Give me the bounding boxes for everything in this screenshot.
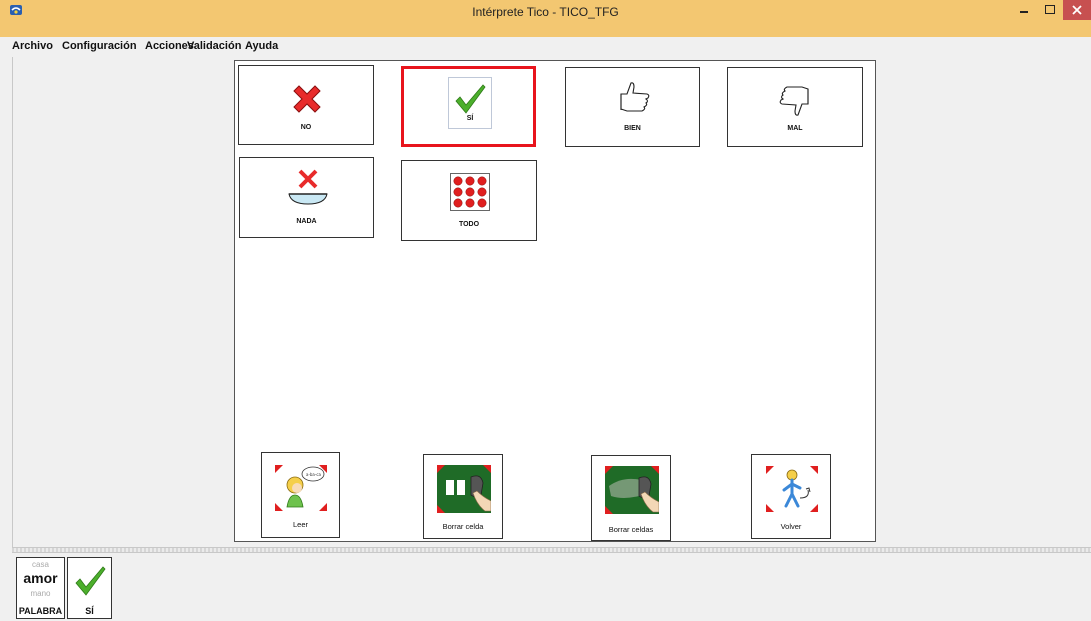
cell-bien[interactable]: BIEN bbox=[565, 67, 700, 147]
borrar-celdas-label: Borrar celdas bbox=[608, 525, 654, 534]
word-below: mano bbox=[30, 589, 51, 598]
leer-label: Leer bbox=[292, 520, 308, 529]
green-check-icon bbox=[75, 566, 106, 596]
erase-cells-icon bbox=[605, 466, 659, 514]
cell-todo[interactable]: TODO bbox=[401, 160, 537, 241]
sentence-card-si[interactable]: SÍ bbox=[67, 557, 112, 619]
borrar-celda-button[interactable]: Borrar celda bbox=[423, 454, 503, 539]
borrar-celda-label: Borrar celda bbox=[442, 522, 484, 531]
volver-label: Volver bbox=[780, 522, 802, 531]
cell-label: MAL bbox=[787, 125, 803, 132]
window-title: Intérprete Tico - TICO_TFG bbox=[472, 5, 619, 19]
cell-label: NADA bbox=[296, 218, 317, 225]
cell-mal[interactable]: MAL bbox=[727, 67, 863, 147]
thumbs-down-icon bbox=[779, 86, 809, 116]
green-check-icon bbox=[455, 84, 486, 114]
borrar-celdas-button[interactable]: Borrar celdas bbox=[591, 455, 671, 541]
empty-bowl-cross-icon bbox=[288, 169, 328, 205]
go-back-icon bbox=[766, 466, 818, 512]
read-aloud-icon: a-ba-ca bbox=[275, 465, 327, 511]
minimize-icon bbox=[1020, 11, 1028, 13]
communication-board: NO SÍ BIEN MAL NADA TODO a-ba-ca Leer Bo… bbox=[234, 60, 876, 542]
close-icon bbox=[1072, 5, 1082, 15]
cell-label: TODO bbox=[458, 221, 480, 228]
cell-si[interactable]: SÍ bbox=[401, 66, 536, 147]
title-bar: Intérprete Tico - TICO_TFG bbox=[0, 0, 1091, 37]
palabra-card[interactable]: casa amor mano PALABRA bbox=[16, 557, 65, 619]
svg-text:a-ba-ca: a-ba-ca bbox=[306, 472, 322, 477]
menu-configuracion[interactable]: Configuración bbox=[62, 40, 137, 52]
menu-ayuda[interactable]: Ayuda bbox=[245, 40, 278, 52]
sentence-bar: casa amor mano PALABRA SÍ bbox=[0, 553, 1091, 621]
menu-validacion[interactable]: Validación bbox=[187, 40, 241, 52]
word-current: amor bbox=[23, 570, 58, 586]
maximize-button[interactable] bbox=[1037, 0, 1063, 20]
maximize-icon bbox=[1045, 5, 1055, 14]
cell-label: BIEN bbox=[624, 125, 641, 132]
cell-label: NO bbox=[300, 124, 312, 131]
minimize-button[interactable] bbox=[1011, 0, 1037, 20]
leer-button[interactable]: a-ba-ca Leer bbox=[261, 452, 340, 538]
menu-bar: Archivo Configuración Acciones Validació… bbox=[12, 37, 1091, 57]
sentence-card-label: SÍ bbox=[85, 606, 94, 616]
picture-frame: SÍ bbox=[448, 77, 492, 129]
cell-no[interactable]: NO bbox=[238, 65, 374, 145]
word-above: casa bbox=[32, 560, 49, 569]
palabra-label: PALABRA bbox=[18, 606, 63, 616]
red-dots-grid-icon bbox=[450, 173, 490, 211]
thumbs-up-icon bbox=[620, 82, 650, 112]
menu-archivo[interactable]: Archivo bbox=[12, 40, 53, 52]
app-window: Intérprete Tico - TICO_TFG Archivo Confi… bbox=[0, 0, 1091, 621]
volver-button[interactable]: Volver bbox=[751, 454, 831, 539]
red-cross-icon bbox=[293, 85, 321, 113]
erase-cell-icon bbox=[437, 465, 491, 513]
close-button[interactable] bbox=[1063, 0, 1091, 20]
cell-nada[interactable]: NADA bbox=[239, 157, 374, 238]
cell-label: SÍ bbox=[466, 115, 474, 122]
